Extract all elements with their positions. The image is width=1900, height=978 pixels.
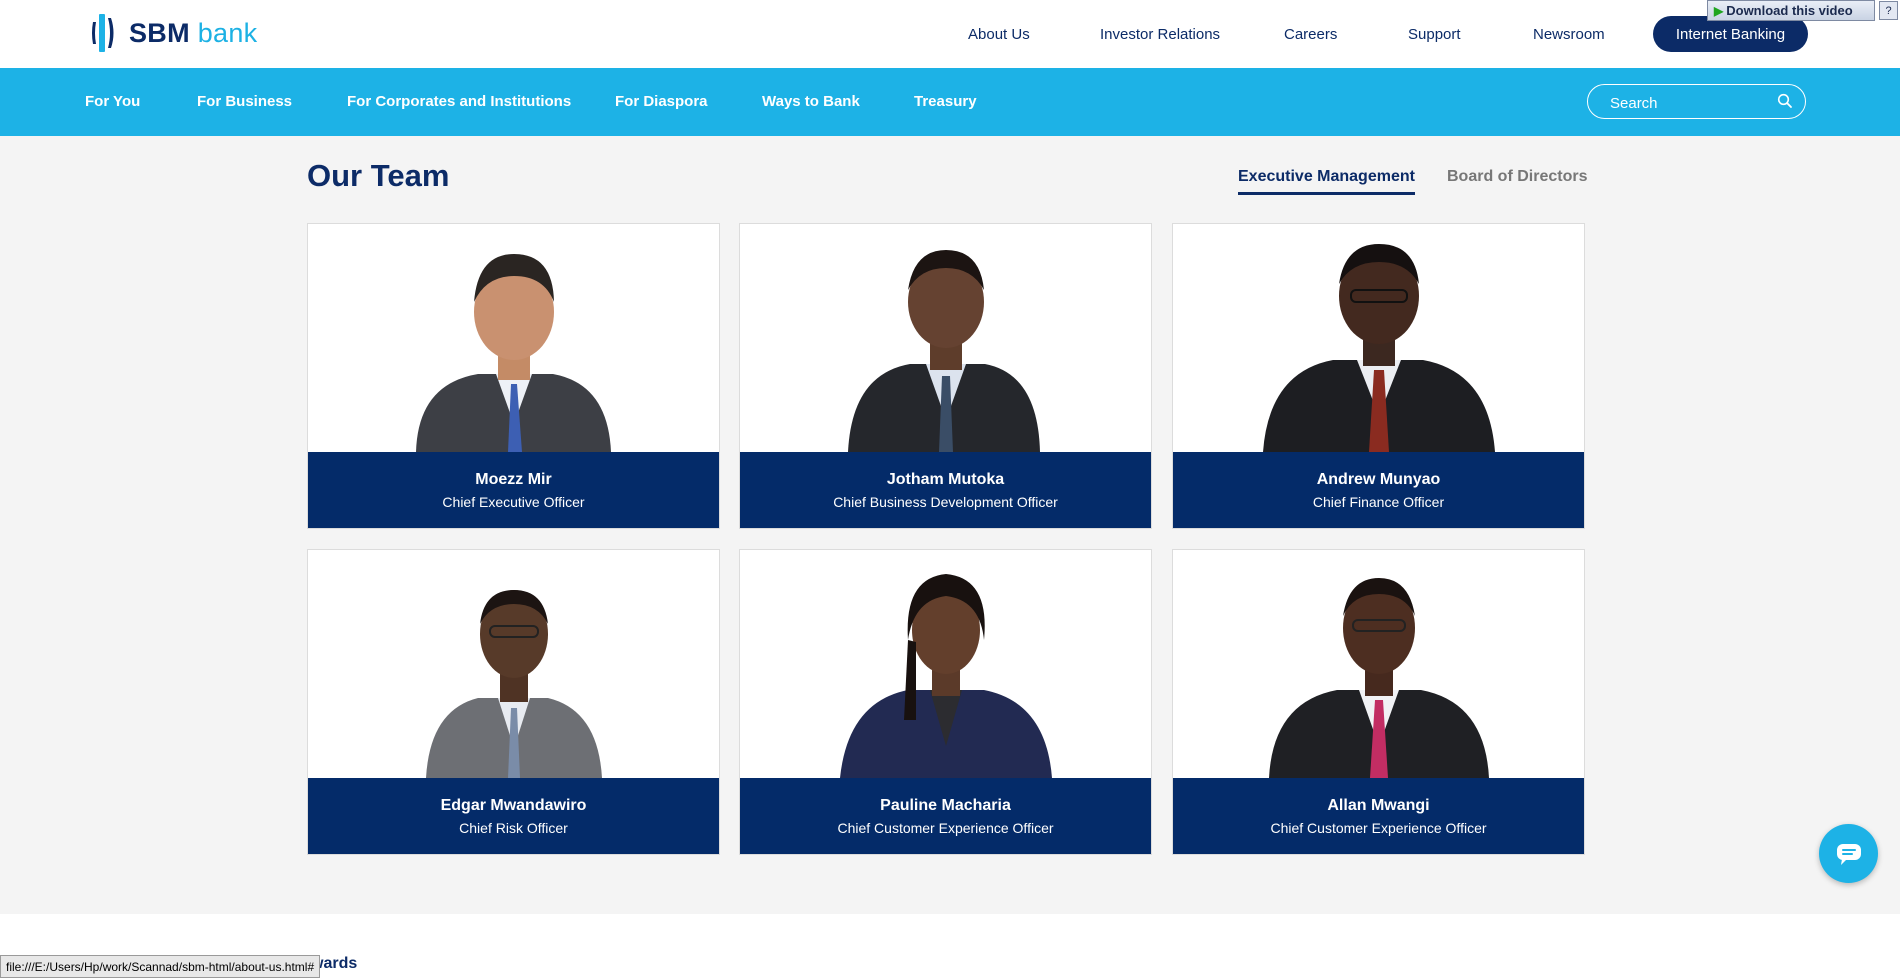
member-name: Pauline Macharia	[880, 797, 1011, 814]
team-section: Our Team Executive Management Board of D…	[0, 136, 1900, 914]
logo-text-sbm: SBM	[129, 17, 190, 48]
search-icon[interactable]	[1777, 93, 1793, 109]
sbm-logo-icon	[92, 14, 114, 52]
member-photo	[1173, 550, 1584, 778]
top-nav-newsroom[interactable]: Newsroom	[1533, 26, 1605, 43]
search-input[interactable]	[1608, 92, 1772, 114]
member-role: Chief Finance Officer	[1312, 494, 1445, 510]
member-caption: Moezz Mir Chief Executive Officer	[308, 452, 719, 528]
member-caption: Edgar Mwandawiro Chief Risk Officer	[308, 778, 719, 854]
logo-text-bank: bank	[197, 17, 258, 48]
team-card[interactable]: Allan Mwangi Chief Customer Experience O…	[1172, 549, 1585, 855]
download-video-label: Download this video	[1726, 3, 1853, 18]
main-nav-for-corporates[interactable]: For Corporates and Institutions	[347, 93, 571, 110]
member-photo	[308, 224, 719, 452]
chat-icon	[1836, 843, 1861, 865]
top-header: SBM bank About Us Investor Relations Car…	[0, 0, 1900, 68]
member-name: Jotham Mutoka	[886, 471, 1005, 488]
top-nav-careers[interactable]: Careers	[1284, 26, 1337, 43]
member-caption: Andrew Munyao Chief Finance Officer	[1173, 452, 1584, 528]
tab-executive-management[interactable]: Executive Management	[1238, 168, 1415, 195]
member-role: Chief Risk Officer	[459, 820, 568, 836]
member-name: Edgar Mwandawiro	[440, 797, 587, 814]
team-card[interactable]: Jotham Mutoka Chief Business Development…	[739, 223, 1152, 529]
member-role: Chief Customer Experience Officer	[1270, 820, 1487, 836]
member-role: Chief Executive Officer	[442, 494, 585, 510]
team-card[interactable]: Edgar Mwandawiro Chief Risk Officer	[307, 549, 720, 855]
member-caption: Pauline Macharia Chief Customer Experien…	[740, 778, 1151, 854]
member-role: Chief Business Development Officer	[833, 494, 1058, 510]
member-photo	[740, 224, 1151, 452]
top-nav-investor-relations[interactable]: Investor Relations	[1100, 26, 1220, 43]
member-name: Moezz Mir	[475, 471, 552, 488]
member-caption: Jotham Mutoka Chief Business Development…	[740, 452, 1151, 528]
team-card[interactable]: Moezz Mir Chief Executive Officer	[307, 223, 720, 529]
main-nav-ways-to-bank[interactable]: Ways to Bank	[762, 93, 860, 110]
member-photo	[308, 550, 719, 778]
logo-text: SBM bank	[129, 18, 257, 49]
member-photo	[740, 550, 1151, 778]
member-caption: Allan Mwangi Chief Customer Experience O…	[1173, 778, 1584, 854]
main-nav-for-business[interactable]: For Business	[197, 93, 292, 110]
team-card[interactable]: Pauline Macharia Chief Customer Experien…	[739, 549, 1152, 855]
tab-board-of-directors[interactable]: Board of Directors	[1447, 168, 1587, 186]
download-help-button[interactable]: ?	[1879, 1, 1898, 20]
main-nav-for-diaspora[interactable]: For Diaspora	[615, 93, 708, 110]
member-name: Andrew Munyao	[1316, 471, 1441, 488]
sbm-logo[interactable]: SBM bank	[91, 10, 257, 56]
main-nav-for-you[interactable]: For You	[85, 93, 140, 110]
member-name: Allan Mwangi	[1327, 797, 1430, 814]
member-role: Chief Customer Experience Officer	[837, 820, 1054, 836]
browser-status-url: file:///E:/Users/Hp/work/Scannad/sbm-htm…	[0, 955, 321, 978]
internet-banking-button[interactable]: Internet Banking	[1653, 16, 1808, 52]
page-title: Our Team	[307, 158, 450, 193]
main-nav-treasury[interactable]: Treasury	[914, 93, 977, 110]
team-card[interactable]: Andrew Munyao Chief Finance Officer	[1172, 223, 1585, 529]
search-box	[1587, 84, 1806, 119]
member-photo	[1173, 224, 1584, 452]
download-video-button[interactable]: ▶ Download this video	[1707, 0, 1875, 21]
top-nav-support[interactable]: Support	[1408, 26, 1461, 43]
play-icon: ▶	[1714, 3, 1724, 18]
chat-button[interactable]	[1819, 824, 1878, 883]
top-nav-about-us[interactable]: About Us	[968, 26, 1030, 43]
main-nav: For You For Business For Corporates and …	[0, 68, 1900, 136]
